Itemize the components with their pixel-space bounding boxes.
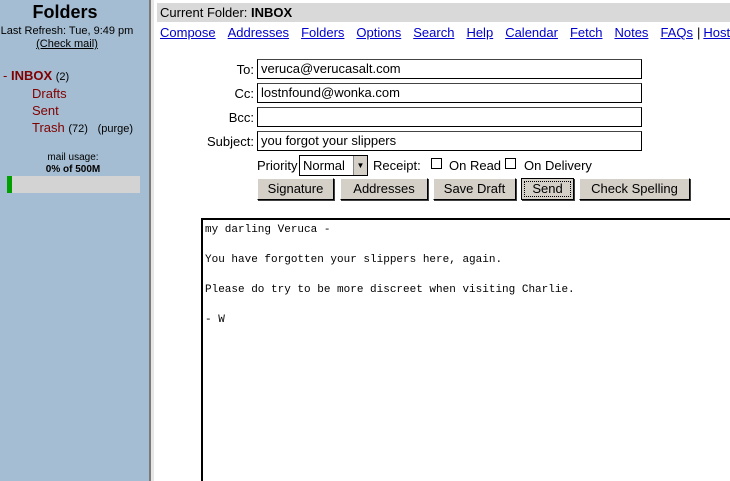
folder-inbox-prefix: - [3, 68, 11, 83]
nav-link-calendar[interactable]: Calendar [505, 25, 558, 40]
folder-inbox-count: (2) [55, 71, 70, 83]
message-body-line [205, 298, 730, 313]
nav-separator: | [696, 25, 701, 40]
bcc-field[interactable] [257, 107, 642, 127]
purge-link[interactable]: (purge) [98, 123, 133, 135]
cc-label: Cc: [234, 86, 255, 101]
nav-link-fetch[interactable]: Fetch [570, 25, 603, 40]
folder-inbox-label[interactable]: INBOX [11, 68, 52, 83]
on-read-checkbox[interactable] [431, 158, 442, 169]
on-read-label: On Read [449, 158, 502, 173]
nav-link-search[interactable]: Search [413, 25, 454, 40]
nav-link-hostb[interactable]: Hostb [703, 25, 730, 40]
last-refresh-text: Last Refresh: Tue, 9:49 pm [0, 25, 134, 37]
folder-trash-count: (72) [68, 123, 88, 135]
folder-sent-label[interactable]: Sent [32, 103, 59, 118]
current-folder-bar: Current Folder: INBOX [157, 3, 730, 22]
message-body-line: You have forgotten your slippers here, a… [205, 254, 503, 266]
mail-usage-fill [7, 176, 12, 193]
message-body-line [205, 268, 730, 283]
priority-label: Priority [257, 158, 298, 173]
folder-trash[interactable]: Trash (72) (purge) [32, 120, 133, 135]
priority-value: Normal [303, 158, 345, 173]
nav-link-compose[interactable]: Compose [160, 25, 216, 40]
nav-link-folders[interactable]: Folders [301, 25, 344, 40]
current-folder-name: INBOX [251, 5, 293, 20]
nav-link-help[interactable]: Help [466, 25, 493, 40]
bcc-label: Bcc: [228, 110, 254, 125]
message-body-line: - W [205, 314, 225, 326]
nav-link-addresses[interactable]: Addresses [228, 25, 289, 40]
refresh-info: Last Refresh: Tue, 9:49 pm (Check mail) [0, 25, 134, 51]
folder-inbox[interactable]: - INBOX (2) [3, 68, 69, 83]
folder-drafts-label[interactable]: Drafts [32, 86, 67, 101]
cc-field[interactable]: lostnfound@wonka.com [257, 83, 642, 103]
receipt-label: Receipt: [373, 158, 421, 173]
on-delivery-label: On Delivery [524, 158, 592, 173]
chevron-down-icon[interactable]: ▼ [353, 156, 367, 175]
current-folder-label: Current Folder: [160, 5, 248, 20]
message-body-line: my darling Veruca - [205, 224, 331, 236]
message-body-line: Please do try to be more discreet when v… [205, 284, 575, 296]
mail-usage-bar [7, 176, 140, 193]
main-nav: Compose Addresses Folders Options Search Help… [160, 25, 730, 40]
folder-trash-label[interactable]: Trash [32, 120, 65, 135]
folder-sent[interactable]: Sent [32, 103, 59, 118]
folders-title: Folders [32, 2, 98, 22]
folder-drafts[interactable]: Drafts [32, 86, 67, 101]
message-body[interactable]: my darling Veruca - You have forgotten yo… [201, 218, 730, 481]
mail-usage-value: 0% of 500M [45, 164, 101, 175]
check-mail-link[interactable]: (Check mail) [36, 38, 98, 50]
send-button[interactable]: Send [521, 178, 574, 200]
on-delivery-checkbox[interactable] [505, 158, 516, 169]
mail-usage-label: mail usage: [47, 152, 99, 163]
save-draft-button[interactable]: Save Draft [433, 178, 516, 200]
signature-button[interactable]: Signature [257, 178, 334, 200]
folder-pane: Folders Last Refresh: Tue, 9:49 pm (Chec… [0, 0, 149, 481]
priority-select[interactable]: Normal ▼ [299, 155, 368, 176]
compose-pane: Current Folder: INBOX Compose Addresses Fo… [155, 0, 730, 481]
nav-link-faqs[interactable]: FAQs [660, 25, 693, 40]
to-field[interactable]: veruca@verucasalt.com [257, 59, 642, 79]
message-body-line [205, 238, 730, 253]
subject-label: Subject: [207, 134, 254, 149]
addresses-button[interactable]: Addresses [340, 178, 428, 200]
nav-link-notes[interactable]: Notes [614, 25, 648, 40]
mail-usage: mail usage: 0% of 500M [0, 152, 146, 176]
subject-field[interactable]: you forgot your slippers [257, 131, 642, 151]
nav-link-options[interactable]: Options [356, 25, 401, 40]
check-spelling-button[interactable]: Check Spelling [579, 178, 690, 200]
to-label: To: [236, 62, 254, 77]
